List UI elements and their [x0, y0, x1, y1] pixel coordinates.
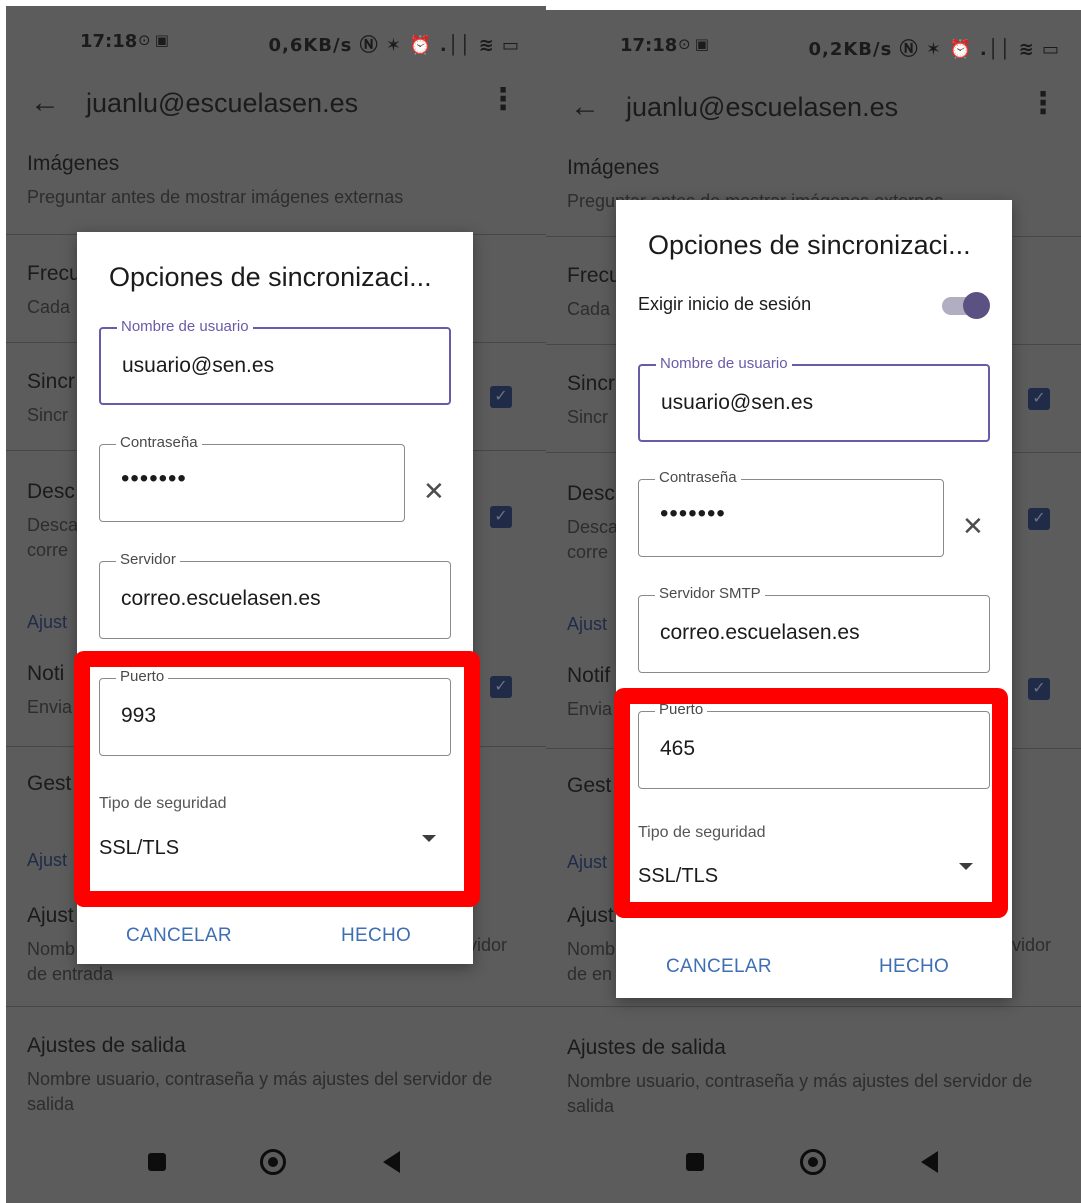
- account-title: juanlu@escuelasen.es: [86, 88, 359, 118]
- highlight-box: [614, 688, 1008, 918]
- password-value: •••••••: [121, 465, 187, 492]
- section-header: Ajust: [567, 614, 608, 634]
- left-screen: 17:18 ⊙ ▣ 0,6KB/s Ⓝ ✶ ⏰ .││ ≋ ▭ ← juanlu…: [6, 6, 546, 1203]
- download-checkbox-icon[interactable]: ✓: [490, 506, 512, 528]
- username-field[interactable]: Nombre de usuario usuario@sen.es: [638, 355, 990, 442]
- notifications-checkbox-icon[interactable]: ✓: [490, 676, 512, 698]
- status-time: 17:18: [80, 31, 138, 52]
- setting-subtitle: Nombre usuario, contraseña y más ajustes…: [567, 1071, 1033, 1116]
- back-arrow-icon[interactable]: ←: [570, 90, 600, 124]
- require-login-label: Exigir inicio de sesión: [638, 294, 812, 314]
- done-button[interactable]: HECHO: [341, 925, 411, 947]
- dialog-title: Opciones de sincronizaci...: [648, 230, 971, 260]
- clear-password-icon[interactable]: ✕: [423, 476, 445, 507]
- dialog-title: Opciones de sincronizaci...: [109, 262, 432, 292]
- setting-outgoing[interactable]: Ajustes de salida Nombre usuario, contra…: [567, 1036, 1066, 1119]
- download-checkbox-icon[interactable]: ✓: [1028, 508, 1050, 530]
- more-options-icon[interactable]: ⋮: [1028, 86, 1058, 121]
- server-field[interactable]: Servidor correo.escuelasen.es: [99, 551, 451, 639]
- section-header: Ajust: [567, 852, 608, 872]
- setting-subtitle-tail: vidor: [468, 935, 508, 955]
- smtp-server-field[interactable]: Servidor SMTP correo.escuelasen.es: [638, 585, 990, 673]
- setting-title: Ajustes de salida: [27, 1034, 186, 1057]
- divider: [6, 1006, 546, 1007]
- setting-subtitle: de entrada: [27, 964, 114, 984]
- status-notification-icons: ⊙ ▣: [138, 32, 169, 49]
- recents-icon[interactable]: [686, 1153, 704, 1171]
- password-label: Contraseña: [655, 469, 741, 486]
- password-field[interactable]: Contraseña •••••••: [99, 434, 405, 522]
- setting-outgoing[interactable]: Ajustes de salida Nombre usuario, contra…: [27, 1034, 526, 1117]
- require-login-toggle[interactable]: [942, 292, 990, 319]
- username-value: usuario@sen.es: [661, 391, 814, 414]
- home-icon[interactable]: [800, 1149, 826, 1175]
- status-notification-icons: ⊙ ▣: [678, 36, 709, 53]
- back-arrow-icon[interactable]: ←: [30, 86, 60, 120]
- username-label: Nombre de usuario: [117, 318, 253, 335]
- password-value: •••••••: [660, 500, 726, 527]
- setting-subtitle: Nombre usuario, contraseña y más ajustes…: [27, 1069, 493, 1114]
- section-header: Ajust: [27, 612, 68, 632]
- setting-title: Imágenes: [27, 152, 120, 175]
- done-button[interactable]: HECHO: [879, 956, 949, 978]
- more-options-icon[interactable]: ⋮: [488, 82, 518, 117]
- server-value: correo.escuelasen.es: [121, 587, 321, 610]
- status-system-icons: 0,2KB/s Ⓝ ✶ ⏰ .││ ≋ ▭: [808, 39, 1060, 60]
- username-field[interactable]: Nombre de usuario usuario@sen.es: [99, 318, 451, 405]
- setting-images[interactable]: Imágenes Preguntar antes de mostrar imág…: [27, 152, 546, 210]
- status-bar: 17:18 ⊙ ▣ 0,6KB/s Ⓝ ✶ ⏰ .││ ≋ ▭: [6, 6, 546, 76]
- setting-subtitle: Preguntar antes de mostrar imágenes exte…: [27, 187, 404, 207]
- account-title: juanlu@escuelasen.es: [626, 92, 899, 122]
- sync-checkbox-icon[interactable]: ✓: [1028, 388, 1050, 410]
- smtp-server-label: Servidor SMTP: [655, 585, 765, 602]
- username-value: usuario@sen.es: [122, 354, 275, 377]
- nav-bar: [6, 1127, 546, 1203]
- status-bar: 17:18 ⊙ ▣ 0,2KB/s Ⓝ ✶ ⏰ .││ ≋ ▭: [546, 10, 1081, 80]
- setting-subtitle-tail: vidor: [1012, 935, 1052, 955]
- sync-checkbox-icon[interactable]: ✓: [490, 386, 512, 408]
- clear-password-icon[interactable]: ✕: [962, 511, 984, 542]
- home-icon[interactable]: [260, 1149, 286, 1175]
- recents-icon[interactable]: [148, 1153, 166, 1171]
- smtp-server-value: correo.escuelasen.es: [660, 621, 860, 644]
- server-label: Servidor: [116, 551, 180, 568]
- back-nav-icon[interactable]: [921, 1151, 938, 1173]
- nav-bar: [546, 1127, 1081, 1203]
- cancel-button[interactable]: CANCELAR: [126, 925, 232, 947]
- back-nav-icon[interactable]: [383, 1151, 400, 1173]
- app-bar: ← juanlu@escuelasen.es ⋮: [546, 84, 1081, 140]
- username-label: Nombre de usuario: [656, 355, 792, 372]
- app-bar: ← juanlu@escuelasen.es ⋮: [6, 80, 546, 136]
- right-screen: 17:18 ⊙ ▣ 0,2KB/s Ⓝ ✶ ⏰ .││ ≋ ▭ ← juanlu…: [546, 10, 1081, 1203]
- highlight-box: [74, 651, 480, 907]
- status-system-icons: 0,6KB/s Ⓝ ✶ ⏰ .││ ≋ ▭: [268, 35, 520, 56]
- section-header: Ajust: [27, 850, 68, 870]
- setting-title: Ajustes de salida: [567, 1036, 726, 1059]
- password-field[interactable]: Contraseña •••••••: [638, 469, 944, 557]
- password-label: Contraseña: [116, 434, 202, 451]
- cancel-button[interactable]: CANCELAR: [666, 956, 772, 978]
- status-time: 17:18: [620, 35, 678, 56]
- setting-title: Imágenes: [567, 156, 660, 179]
- divider: [546, 1006, 1081, 1007]
- notifications-checkbox-icon[interactable]: ✓: [1028, 678, 1050, 700]
